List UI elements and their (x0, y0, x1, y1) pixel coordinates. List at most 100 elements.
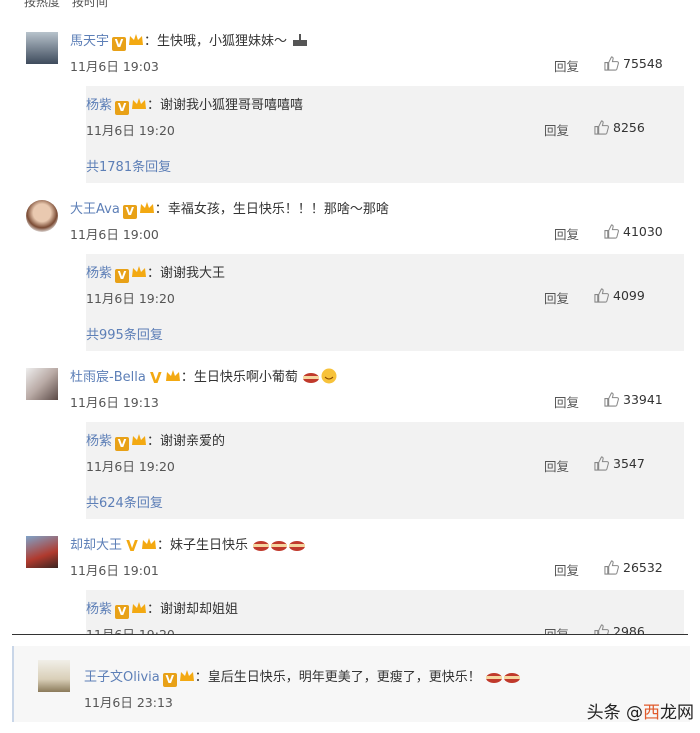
commenter-name[interactable]: 大王Ava (70, 202, 120, 217)
like-count: 33941 (623, 392, 663, 407)
thumbs-up-icon (594, 288, 609, 303)
reply-text: 谢谢亲爱的 (160, 434, 226, 449)
separator: ： (144, 34, 158, 49)
thumbs-up-icon (594, 456, 609, 471)
avatar[interactable] (26, 536, 58, 568)
cake-emoji-icon (503, 673, 520, 683)
reply-panel: 杨紫V ：谢谢却却姐姐 11月6日 19:20 回复 2986 (86, 590, 684, 634)
thumbs-up-icon (594, 624, 609, 634)
like-button[interactable]: 41030 (604, 224, 663, 239)
like-count: 26532 (623, 560, 663, 575)
avatar[interactable] (38, 660, 70, 692)
crown-icon (132, 98, 147, 109)
avatar[interactable] (26, 32, 58, 64)
commenter-name[interactable]: 王子文Olivia (84, 670, 160, 685)
avatar[interactable] (26, 368, 58, 400)
reply-button[interactable]: 回复 (554, 56, 579, 75)
like-button[interactable]: 33941 (604, 392, 663, 407)
cake-emoji-icon (253, 541, 270, 551)
like-count: 41030 (623, 224, 663, 239)
reply-button[interactable]: 回复 (554, 392, 579, 411)
sort-tabs: 按热度 按时间 (24, 0, 116, 14)
reply-author[interactable]: 杨紫 (86, 602, 112, 617)
comment-card: 却却大王 V ：妹子生日快乐 11月6日 19:01 回复 26532 杨紫 V ：谢谢… (20, 528, 692, 634)
laughing-emoji-icon (321, 368, 337, 384)
crown-icon (132, 434, 147, 445)
commenter-name[interactable]: 馬天宇 (70, 34, 109, 49)
reply-time: 11月6日 19:20 (86, 459, 175, 474)
crown-icon (129, 34, 144, 45)
verified-badge: V (112, 37, 127, 51)
crown-icon (139, 202, 154, 213)
thumbs-up-icon (604, 560, 619, 575)
thumbs-up-icon (604, 56, 619, 71)
tab-time[interactable]: 按时间 (72, 0, 108, 9)
reply-author[interactable]: 杨紫 (86, 266, 112, 281)
reply-panel: 杨紫 V ：谢谢亲爱的 11月6日 19:20 回复 3547 共624条回复 (86, 422, 684, 519)
separator: ： (147, 434, 161, 449)
commenter-name[interactable]: 杜雨宸-Bella (70, 370, 146, 385)
reply-button[interactable]: 回复 (544, 624, 569, 634)
comment-line: 却却大王 V ：妹子生日快乐 (70, 534, 306, 555)
reply-button[interactable]: 回复 (544, 288, 569, 307)
comment-card: 馬天宇 V ：生快哦，小狐狸妹妹～ 11月6日 19:03 回复 75548 杨紫 V… (20, 24, 692, 184)
cake-emoji-icon (271, 541, 288, 551)
reply-button[interactable]: 回复 (544, 120, 569, 139)
cake-emoji-icon (289, 541, 306, 551)
like-button[interactable]: 8256 (594, 120, 645, 135)
crown-icon (179, 670, 194, 681)
comment-line: 王子文Olivia V ：皇后生日快乐，明年更美了，更瘦了，更快乐！ (84, 666, 521, 687)
cake-emoji-icon (302, 373, 319, 383)
reply-button[interactable]: 回复 (554, 560, 579, 579)
verified-badge: V (122, 205, 137, 219)
reply-time: 11月6日 19:20 (86, 123, 175, 138)
like-button[interactable]: 4099 (594, 288, 645, 303)
reply-text: 谢谢我大王 (160, 266, 226, 281)
watermark-prefix: 头条 @ (586, 703, 643, 723)
comment-time: 11月6日 23:13 (84, 695, 173, 710)
reply-button[interactable]: 回复 (554, 224, 579, 243)
reply-button[interactable]: 回复 (544, 456, 569, 475)
like-button[interactable]: 3547 (594, 456, 645, 471)
like-button[interactable]: 2986 (594, 624, 645, 634)
like-count: 75548 (623, 56, 663, 71)
verified-badge: V (126, 537, 138, 555)
separator: ： (180, 370, 194, 385)
verified-badge: V (115, 101, 130, 115)
separator: ： (194, 670, 208, 685)
commenter-name[interactable]: 却却大王 (70, 538, 122, 553)
reply-line: 杨紫 V ：谢谢我小狐狸哥哥嘻嘻嘻 (86, 94, 303, 115)
separator: ： (147, 266, 161, 281)
crown-icon (165, 370, 180, 381)
more-replies-link[interactable]: 共995条回复 (86, 324, 163, 343)
crown-icon (132, 266, 147, 277)
reply-author[interactable]: 杨紫 (86, 98, 112, 113)
more-replies-link[interactable]: 共624条回复 (86, 492, 163, 511)
separator: ： (157, 538, 171, 553)
reply-panel: 杨紫 V ：谢谢我大王 11月6日 19:20 回复 4099 共995条回复 (86, 254, 684, 351)
comment-text: 生快哦，小狐狸妹妹～ (157, 34, 288, 49)
divider (12, 634, 688, 635)
cake-emoji-icon (485, 673, 502, 683)
thumbs-up-icon (604, 224, 619, 239)
comment-text: 皇后生日快乐，明年更美了，更瘦了，更快乐！ (207, 670, 481, 685)
watermark-rest: 龙网 (660, 703, 694, 723)
thumbs-up-icon (604, 392, 619, 407)
reply-author[interactable]: 杨紫 (86, 434, 112, 449)
reply-time: 11月6日 19:20 (86, 624, 175, 634)
reply-time: 11月6日 19:20 (86, 291, 175, 306)
separator: ： (147, 98, 161, 113)
like-button[interactable]: 26532 (604, 560, 663, 575)
comment-card: 杜雨宸-Bella V ：生日快乐啊小葡萄 11月6日 19:13 回复 33941… (20, 360, 692, 520)
more-replies-link[interactable]: 共1781条回复 (86, 156, 171, 175)
comment-time: 11月6日 19:01 (70, 563, 159, 578)
avatar[interactable] (26, 200, 58, 232)
like-count: 3547 (613, 456, 645, 471)
verified-badge: V (162, 673, 177, 687)
reply-panel: 杨紫 V ：谢谢我小狐狸哥哥嘻嘻嘻 11月6日 19:20 回复 8256 共178… (86, 86, 684, 183)
like-button[interactable]: 75548 (604, 56, 663, 71)
like-count: 8256 (613, 120, 645, 135)
like-count: 2986 (613, 624, 645, 634)
tab-hot[interactable]: 按热度 (24, 0, 60, 9)
verified-badge: V (150, 369, 162, 387)
